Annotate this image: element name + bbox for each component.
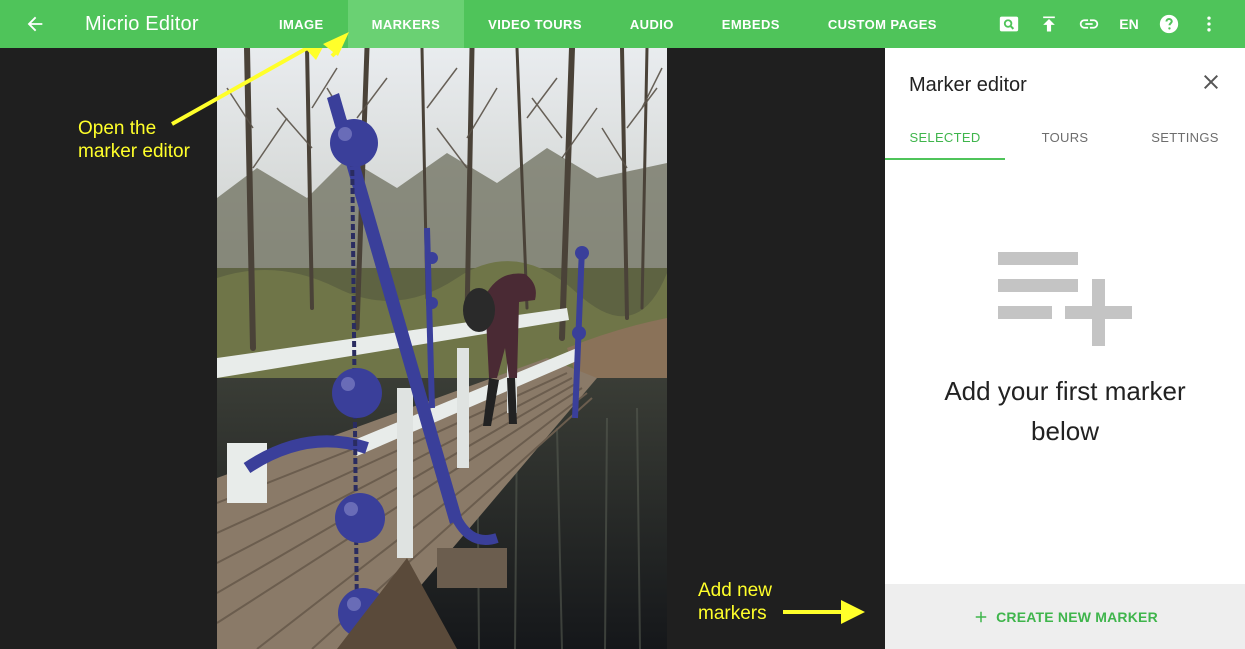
back-button[interactable] xyxy=(0,0,70,48)
language-selector[interactable]: EN xyxy=(1109,0,1149,48)
search-button[interactable] xyxy=(989,0,1029,48)
top-app-bar: Micrio Editor IMAGE MARKERS VIDEO TOURS … xyxy=(0,0,1245,48)
create-new-marker-button[interactable]: CREATE NEW MARKER xyxy=(885,584,1245,649)
upload-icon xyxy=(1043,16,1055,32)
create-new-marker-label: CREATE NEW MARKER xyxy=(996,608,1158,625)
marker-editor-panel: Marker editor SELECTED TOURS SETTINGS Ad… xyxy=(885,48,1245,649)
tab-settings[interactable]: SETTINGS xyxy=(1125,120,1245,160)
tab-embeds[interactable]: EMBEDS xyxy=(698,0,804,48)
annotation-arrows xyxy=(171,48,865,624)
more-vert-icon xyxy=(1207,16,1211,32)
link-icon xyxy=(1079,19,1099,29)
tab-markers[interactable]: MARKERS xyxy=(347,0,465,48)
panel-title: Marker editor xyxy=(909,74,1027,96)
help-button[interactable] xyxy=(1149,0,1189,48)
close-button[interactable] xyxy=(1199,70,1223,94)
playlist-add-icon xyxy=(998,252,1132,346)
tab-selected[interactable]: SELECTED xyxy=(885,120,1005,160)
image-viewer[interactable]: Open the marker editor Add new markers xyxy=(0,48,885,649)
empty-state-message: Add your first marker below xyxy=(944,376,1186,446)
help-icon xyxy=(1159,14,1179,34)
tab-audio[interactable]: AUDIO xyxy=(606,0,698,48)
more-button[interactable] xyxy=(1189,0,1229,48)
tab-custom-pages[interactable]: CUSTOM PAGES xyxy=(804,0,961,48)
arrow-back-icon xyxy=(27,16,43,32)
tab-video-tours[interactable]: VIDEO TOURS xyxy=(464,0,606,48)
add-icon xyxy=(975,611,987,622)
app-title: Micrio Editor xyxy=(85,12,199,35)
close-icon xyxy=(1204,75,1218,89)
annotation-arrow-tip xyxy=(323,32,349,58)
link-button[interactable] xyxy=(1069,0,1109,48)
search-icon xyxy=(999,16,1019,32)
upload-button[interactable] xyxy=(1029,0,1069,48)
toolbar-actions: EN xyxy=(989,0,1245,48)
tab-tours[interactable]: TOURS xyxy=(1005,120,1125,160)
main-tabs: IMAGE MARKERS VIDEO TOURS AUDIO EMBEDS C… xyxy=(255,0,961,48)
panel-tabs: SELECTED TOURS SETTINGS xyxy=(885,120,1245,160)
